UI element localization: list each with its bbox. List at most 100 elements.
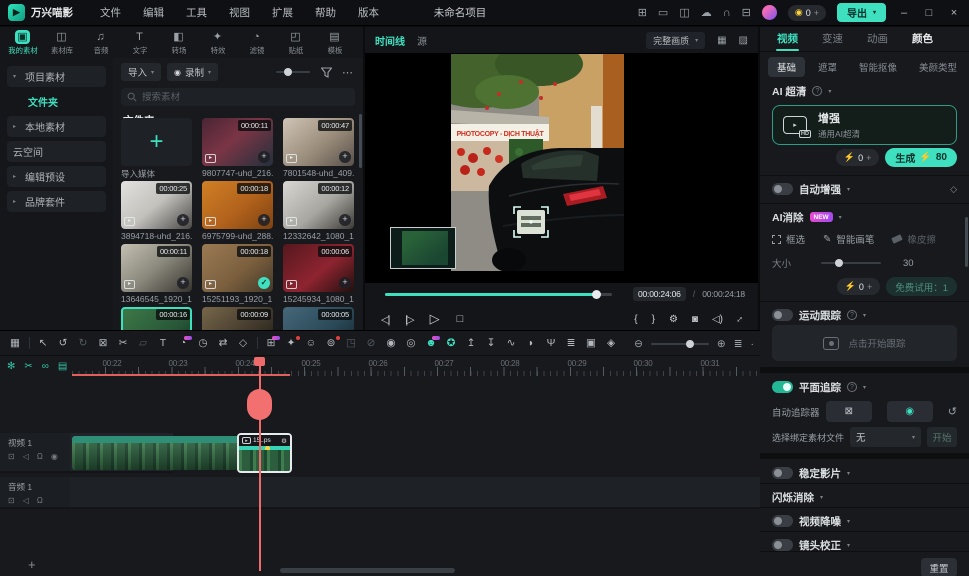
props-subtab-beauty[interactable]: 美颜类型 [910, 57, 966, 77]
media-tile[interactable]: 00:00:12 ▸ + 12332642_1080_1... [283, 181, 354, 243]
crop-icon[interactable]: ▱ [133, 337, 153, 349]
mute-track-icon[interactable]: ◁ [23, 496, 29, 505]
display-mode-icon[interactable]: ▭ [658, 6, 668, 19]
smart-cutout-icon[interactable]: ✦ [281, 337, 301, 349]
add-to-timeline-button[interactable]: + [177, 277, 189, 289]
import-clip-icon[interactable]: ↧ [481, 337, 501, 349]
split-icon[interactable]: ✂ [113, 337, 133, 349]
tab-stock-media[interactable]: ◫ 素材库 [42, 29, 81, 56]
transition-icon[interactable]: ⇄ [213, 337, 233, 349]
tab-audio[interactable]: ♫ 音频 [81, 29, 120, 56]
media-tile[interactable]: 00:00:11 ▸ + 9807747-uhd_216... [202, 118, 273, 180]
media-tile[interactable]: 00:00:25 ▸ + 3894718-uhd_216... [121, 181, 192, 243]
timeline-zoom-slider[interactable] [651, 343, 709, 345]
audio-mixer-icon[interactable]: ≣ [561, 337, 581, 349]
motion-track-icon[interactable]: ⊚ [321, 337, 341, 349]
props-tab-speed[interactable]: 变速 [811, 27, 854, 52]
props-tab-animation[interactable]: 动画 [856, 27, 899, 52]
export-clip-icon[interactable]: ↥ [461, 337, 481, 349]
media-tile[interactable]: 00:00:05 ▸ + [283, 307, 354, 330]
next-frame-button[interactable]: |▷ [405, 313, 412, 326]
zoom-in-icon[interactable]: ⊕ [717, 338, 726, 350]
silence-detection-icon[interactable]: ⊘ [361, 337, 381, 349]
user-avatar[interactable] [762, 5, 777, 20]
sidebar-folder[interactable]: 文件夹 [22, 91, 106, 112]
planar-tracking-toggle[interactable] [772, 381, 793, 393]
close-button[interactable]: × [947, 7, 961, 19]
add-to-timeline-button[interactable]: + [339, 151, 351, 163]
ai-credits-pill[interactable]: ⚡ 0 + [837, 278, 881, 295]
media-tile[interactable]: 00:00:18 ▸ ✓ 15251193_1920_1... [202, 244, 273, 306]
generate-button[interactable]: 生成 ⚡ 80 [885, 148, 957, 167]
sticker-tool-icon[interactable]: ◳ [341, 337, 361, 349]
split-at-playhead-button[interactable] [247, 389, 272, 420]
add-to-timeline-button[interactable]: + [258, 214, 270, 226]
playback-progress-bar[interactable] [385, 293, 612, 296]
ai-avatar-icon[interactable]: ☻ [421, 337, 441, 349]
media-tile[interactable]: 00:00:47 ▸ + 7801548-uhd_409... [283, 118, 354, 180]
track-height-icon[interactable]: ≣ [734, 338, 743, 350]
pip-overlay[interactable] [390, 227, 456, 269]
ai-enhance-card[interactable]: ▸ HD 增强 通用AI超清 [772, 105, 957, 145]
add-credits-icon[interactable]: + [814, 8, 819, 18]
magnet-track-icon[interactable]: Ω [37, 452, 43, 461]
auto-reframe-icon[interactable]: ◎ [401, 337, 421, 349]
tab-transitions[interactable]: ◧ 转场 [159, 29, 198, 56]
freeze-frame-icon[interactable]: ⊞ [261, 337, 281, 349]
brush-size-slider[interactable] [821, 262, 881, 264]
help-icon[interactable]: ? [812, 86, 822, 96]
menu-edit[interactable]: 编辑 [143, 5, 164, 20]
properties-scrollbar[interactable] [965, 217, 968, 267]
more-options-icon[interactable]: ⋯ [342, 66, 353, 79]
delete-tracker-button[interactable]: ⊠ [826, 401, 872, 422]
speed-icon[interactable]: ◔ [173, 337, 193, 349]
reset-tracker-icon[interactable]: ↺ [948, 405, 957, 418]
quick-split-icon[interactable]: ✂ [24, 361, 32, 372]
reset-button[interactable]: 重置 [921, 558, 957, 576]
props-tab-color[interactable]: 颜色 [901, 27, 944, 52]
box-select-option[interactable]: 框选 [772, 232, 805, 246]
delete-icon[interactable]: ⊠ [93, 337, 113, 349]
keyframe-icon[interactable]: ◇ [233, 337, 253, 349]
zoom-out-icon[interactable]: ⊖ [634, 338, 643, 350]
text-tool-icon[interactable]: T [153, 337, 173, 349]
filter-icon[interactable] [321, 67, 332, 78]
workspace-icon[interactable]: ⊟ [742, 6, 751, 19]
menu-view[interactable]: 视图 [229, 5, 250, 20]
sidebar-local-media[interactable]: ▸ 本地素材 [7, 116, 106, 137]
scopes-icon[interactable]: ▨ [739, 35, 748, 46]
free-trial-button[interactable]: 免费试用：1 [886, 277, 957, 296]
tab-text[interactable]: T 文字 [120, 29, 159, 56]
redo-icon[interactable]: ↻ [73, 337, 93, 349]
menu-file[interactable]: 文件 [100, 5, 121, 20]
media-tile[interactable]: 00:00:09 ▸ + [202, 307, 273, 330]
auto-enhance-toggle[interactable] [772, 183, 793, 195]
previous-frame-button[interactable]: ◁| [381, 313, 388, 326]
film-roll-icon[interactable]: ▤ [58, 361, 67, 372]
tab-effects[interactable]: ✦ 特效 [198, 29, 237, 56]
preview-tab-source[interactable]: 源 [417, 33, 427, 48]
cloud-upload-icon[interactable]: ☁ [701, 6, 712, 19]
sidebar-project-media[interactable]: ▾ 项目素材 [7, 66, 106, 87]
auto-ripple-icon[interactable]: ∞ [42, 361, 49, 372]
fullscreen-icon[interactable]: ↕ [734, 313, 745, 324]
media-scrollbar[interactable] [359, 114, 362, 168]
props-tab-video[interactable]: 视频 [766, 27, 809, 52]
snapshot-icon[interactable]: ◙ [692, 314, 698, 325]
tab-filters[interactable]: ◔ 滤镜 [237, 29, 276, 56]
chroma-key-icon[interactable]: ✪ [441, 337, 461, 349]
denoise-toggle[interactable] [772, 515, 793, 527]
motion-tracking-toggle[interactable] [772, 309, 793, 321]
minimize-button[interactable]: – [897, 7, 911, 19]
mask-tool-icon[interactable]: ◗ [521, 337, 541, 349]
voiceover-icon[interactable]: Ψ [541, 337, 561, 349]
bind-media-dropdown[interactable]: 无 ▾ [850, 427, 921, 447]
media-tile[interactable]: 00:00:16 ▸ + [121, 307, 192, 330]
split-view-icon[interactable]: ▦ [717, 35, 726, 46]
media-tile[interactable]: 00:00:06 ▸ + 15245934_1080_1... [283, 244, 354, 306]
save-icon[interactable]: ◫ [679, 6, 689, 19]
record-button[interactable]: ◉ 录制 ▾ [167, 63, 218, 81]
props-subtab-smart-cutout[interactable]: 智能抠像 [850, 57, 906, 77]
sidebar-brand-kit[interactable]: ▸ 品牌套件 [7, 191, 106, 212]
app-logo-icon[interactable]: ▶ [8, 4, 25, 21]
